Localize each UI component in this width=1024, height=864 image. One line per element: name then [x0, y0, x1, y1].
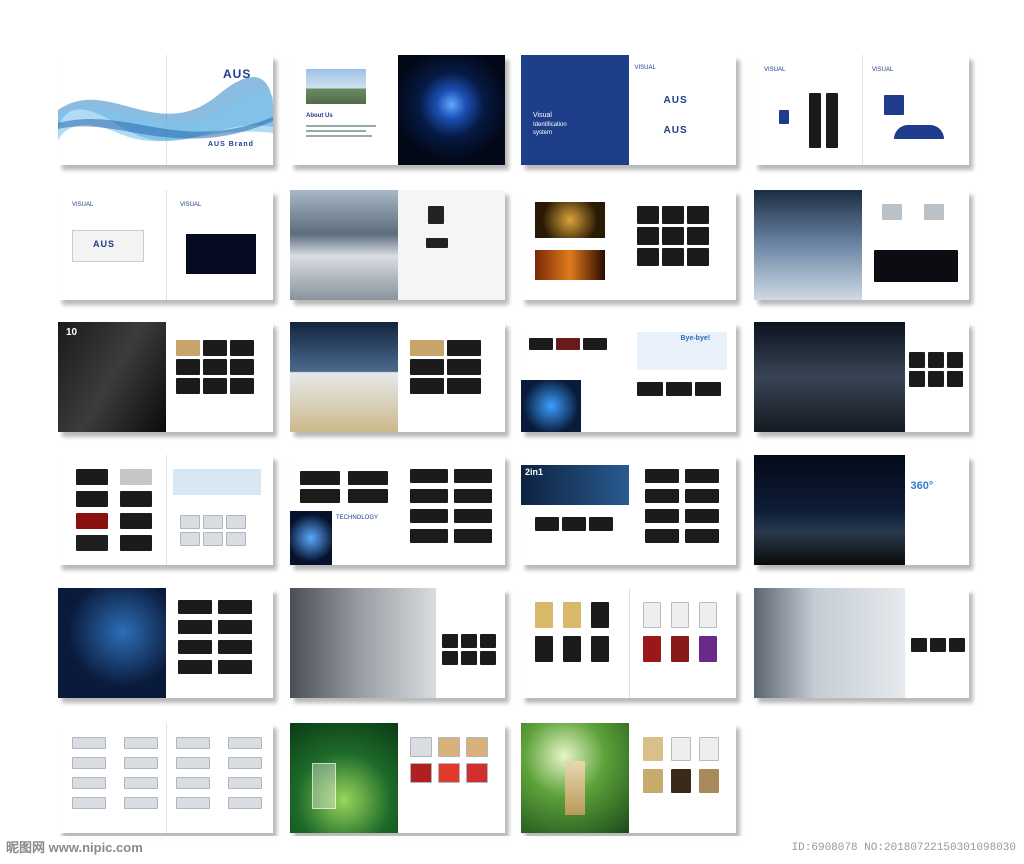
air-purifier: [565, 761, 585, 815]
range-hood: [427, 206, 444, 224]
detail-thumbs: [910, 638, 965, 652]
brochure-spread-7: [521, 190, 736, 300]
water-glass: [312, 763, 336, 809]
brochure-spread-16: 360°: [754, 455, 969, 565]
visual-title: Visual: [533, 112, 552, 119]
about-heading: About Us: [306, 113, 333, 119]
product-grid: [636, 382, 721, 396]
technology-banner: TECHNOLOGY: [336, 515, 379, 521]
bathroom-scene: [290, 588, 437, 698]
blue-splash-photo: [521, 380, 581, 432]
brochure-spread-22: [290, 723, 505, 833]
night-sky-scene: [754, 455, 905, 565]
cabinet-grid: [177, 600, 252, 674]
cover-logo: AUS: [223, 67, 252, 81]
detail-thumbs: [442, 634, 497, 665]
brochure-spread-18: [290, 588, 505, 698]
hob-grid-left: [76, 469, 152, 551]
360-heading: 360°: [910, 480, 934, 492]
brochure-spread-13: [58, 455, 273, 565]
visual-heading-left: VISUAL: [72, 202, 94, 208]
brochure-spread-15: 2in1: [521, 455, 736, 565]
brochure-spread-5: VISUAL VISUAL AUS: [58, 190, 273, 300]
uniform-suit-2: [826, 93, 838, 148]
purifier-grid: [642, 737, 719, 793]
hob-grid: [535, 517, 613, 531]
brochure-spread-11: Bye-bye!: [521, 322, 736, 432]
boiler-grid-right: [176, 737, 262, 809]
brochure-spread-3: Visual Identification system VISUAL AUS …: [521, 55, 736, 165]
gas-hob-hero: [754, 322, 905, 432]
brochure-spread-17: [58, 588, 273, 698]
range-hood-1: [881, 204, 902, 220]
brochure-spread-20: [754, 588, 969, 698]
range-hood-2: [923, 204, 944, 220]
arch-sign: [894, 125, 944, 139]
hob-grid: [300, 471, 388, 503]
brochure-spread-14: TECHNOLOGY: [290, 455, 505, 565]
site-watermark: 昵图网 www.nipic.com: [6, 840, 143, 855]
visual-heading-right: VISUAL: [872, 67, 894, 73]
uniform-suit-1: [809, 93, 821, 148]
heater-grid-left: [535, 602, 609, 662]
forest-scene: [521, 723, 629, 833]
boiler-grid-left: [72, 737, 158, 809]
steel-kitchen-scene: [754, 190, 862, 300]
hob-grid: [644, 469, 719, 543]
2in1-banner: 2in1: [521, 465, 629, 505]
feature-banner: [173, 469, 261, 495]
dusk-kitchen-scene: [290, 322, 398, 432]
water-glass-scene: [290, 723, 398, 833]
big-number: 10: [66, 327, 78, 338]
product-grid: [636, 206, 709, 266]
visual-heading-right: VISUAL: [180, 202, 202, 208]
detail-thumbs: [908, 352, 963, 387]
gears-photo: [535, 202, 605, 238]
flag-emblem: [884, 95, 904, 115]
sterilizer-hero: [58, 588, 166, 698]
brochure-spread-23: [521, 723, 736, 833]
shop-front: [186, 234, 256, 274]
white-bathroom-scene: [754, 588, 905, 698]
brochure-spread-12: [754, 322, 969, 432]
id-badge: [779, 110, 789, 124]
blue-flame-photo: [290, 511, 332, 565]
gas-hob: [425, 238, 448, 248]
product-grid: [409, 340, 481, 394]
brochure-spread-2: About Us: [290, 55, 505, 165]
kitchen-scene: [290, 190, 398, 300]
system-title: system: [533, 130, 553, 136]
brochure-spread-10: [290, 322, 505, 432]
blue-glow-panel: [397, 55, 505, 165]
product-grid: [529, 338, 607, 350]
brochure-spread-9: 10: [58, 322, 273, 432]
hob-grid-right: [180, 515, 246, 546]
fire-photo: [535, 250, 605, 280]
brochure-spread-21: [58, 723, 273, 833]
hob-grid: [409, 469, 492, 543]
brochure-spread-4: VISUAL VISUAL: [754, 55, 969, 165]
purifier-grid: [409, 737, 488, 783]
logo-specimen-1: AUS: [663, 95, 688, 106]
identification-title: Identification: [533, 122, 567, 128]
heater-grid-right: [643, 602, 717, 662]
image-id-watermark: ID:6908078 NO:20180722150301098030: [791, 842, 1016, 854]
brochure-spread-1: AUS AUS Brand: [58, 55, 273, 165]
logo-specimen-2: AUS: [663, 125, 688, 136]
delivery-truck: AUS: [72, 230, 144, 262]
bye-bye-banner: Bye-bye!: [636, 332, 727, 370]
cover-brand-tag: AUS Brand: [208, 141, 254, 148]
factory-photo: [306, 69, 366, 104]
brochure-spread-8: [754, 190, 969, 300]
product-grid: [175, 340, 254, 394]
brochure-spread-19: [521, 588, 736, 698]
brochure-spread-6: [290, 190, 505, 300]
visual-heading-left: VISUAL: [764, 67, 786, 73]
visual-heading: VISUAL: [634, 65, 656, 71]
hob-photo: [873, 250, 958, 282]
watermark-strip: 昵图网 www.nipic.com ID:6908078 NO:20180722…: [0, 836, 1024, 864]
